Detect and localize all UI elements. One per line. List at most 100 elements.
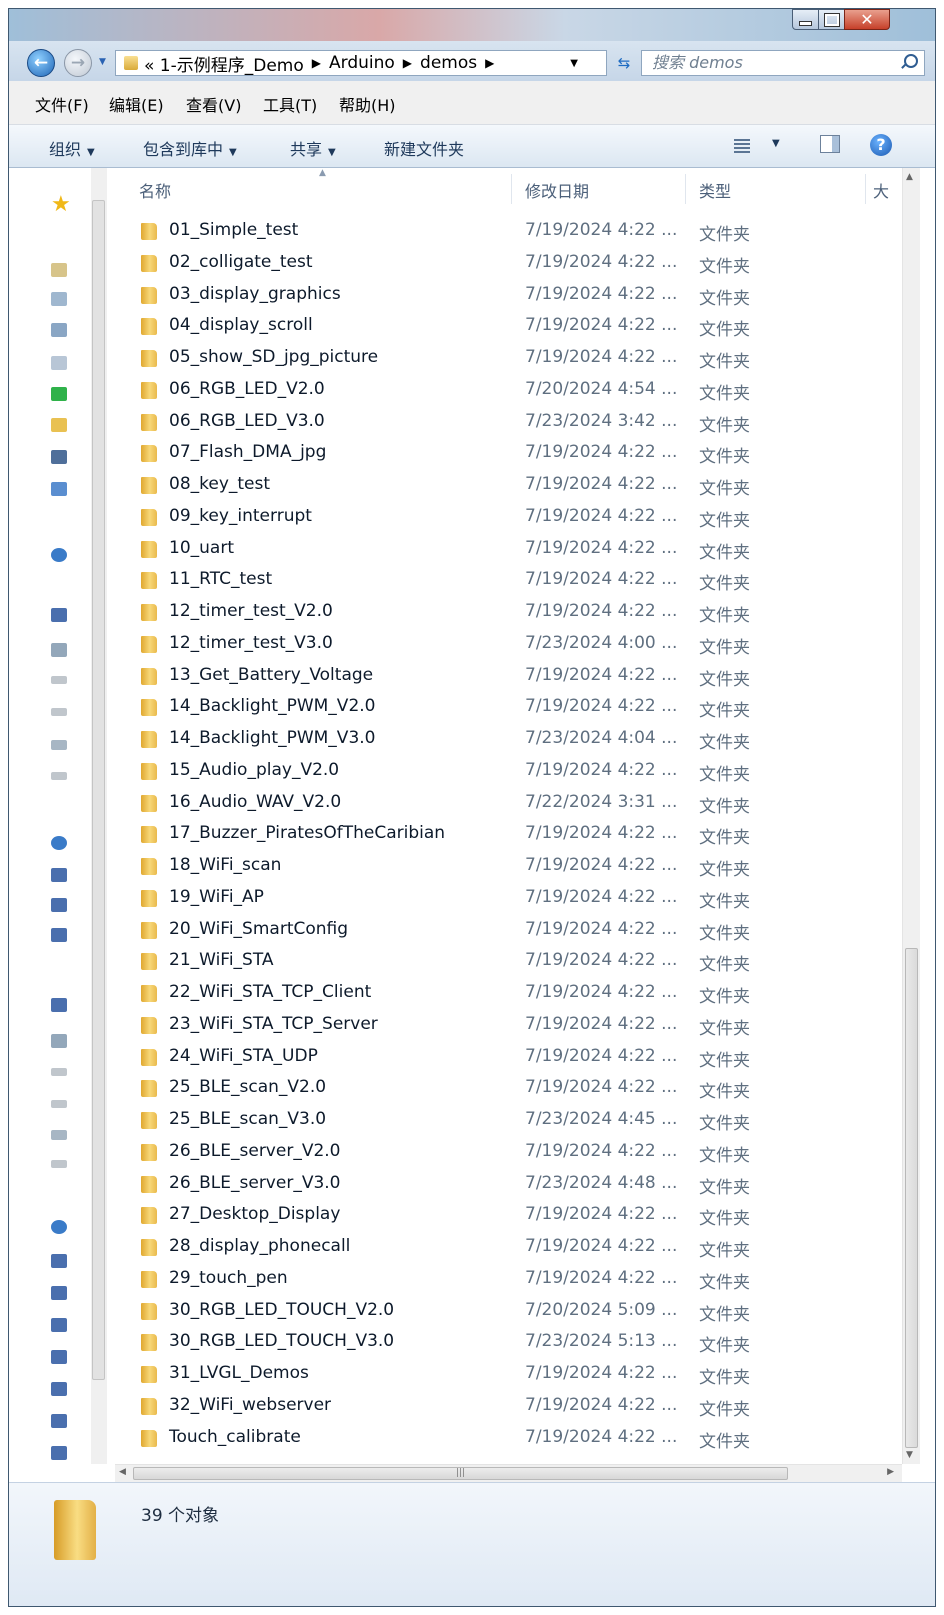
organize-button[interactable]: 组织 ▼ — [49, 136, 95, 160]
file-row[interactable]: 14_Backlight_PWM_V2.0 7/19/2024 4:22 ... 文… — [115, 692, 905, 724]
column-size[interactable]: 大 — [873, 178, 889, 202]
scroll-down-icon[interactable]: ▼ — [906, 1450, 913, 1460]
file-row[interactable]: 21_WiFi_STA 7/19/2024 4:22 ... 文件夹 — [115, 946, 905, 978]
horizontal-scrollbar[interactable]: ◀ ||| ▶ — [115, 1464, 902, 1482]
file-row[interactable]: 15_Audio_play_V2.0 7/19/2024 4:22 ... 文件夹 — [115, 756, 905, 788]
nav-scrollbar-thumb[interactable] — [92, 200, 105, 1380]
document-icon[interactable] — [51, 356, 67, 370]
computer-icon[interactable] — [51, 1318, 67, 1332]
column-divider[interactable] — [865, 174, 866, 204]
breadcrumb-arrow-icon[interactable]: ▶ — [403, 56, 412, 70]
favorites-star-icon[interactable]: ★ — [51, 192, 71, 217]
menu-file[interactable]: 文件(F) — [35, 92, 89, 116]
breadcrumb-arrow-icon[interactable]: ▶ — [312, 56, 321, 70]
file-row[interactable]: 27_Desktop_Display 7/19/2024 4:22 ... 文件夹 — [115, 1200, 905, 1232]
file-row[interactable]: 02_colligate_test 7/19/2024 4:22 ... 文件夹 — [115, 248, 905, 280]
drive-icon[interactable] — [51, 1130, 67, 1140]
file-row[interactable]: 01_Simple_test 7/19/2024 4:22 ... 文件夹 — [115, 216, 905, 248]
file-row[interactable]: 32_WiFi_webserver 7/19/2024 4:22 ... 文件夹 — [115, 1391, 905, 1423]
refresh-icon[interactable]: ⇆ — [613, 52, 635, 74]
breadcrumb-arrow-icon[interactable]: ▶ — [485, 56, 494, 70]
preview-pane-icon[interactable] — [820, 135, 840, 153]
file-row[interactable]: Touch_calibrate 7/19/2024 4:22 ... 文件夹 — [115, 1423, 905, 1455]
new-folder-button[interactable]: 新建文件夹 — [384, 136, 464, 160]
computer-icon[interactable] — [51, 1382, 67, 1396]
drive-icon[interactable] — [51, 740, 67, 750]
file-row[interactable]: 26_BLE_server_V2.0 7/19/2024 4:22 ... 文件夹 — [115, 1137, 905, 1169]
computer-icon[interactable] — [51, 898, 67, 912]
column-divider[interactable] — [685, 174, 686, 204]
menu-edit[interactable]: 编辑(E) — [109, 92, 164, 116]
menu-view[interactable]: 查看(V) — [186, 92, 241, 116]
file-row[interactable]: 20_WiFi_SmartConfig 7/19/2024 4:22 ... 文件夹 — [115, 915, 905, 947]
file-row[interactable]: 30_RGB_LED_TOUCH_V2.0 7/20/2024 5:09 ... 文… — [115, 1296, 905, 1328]
column-type[interactable]: 类型 — [699, 178, 731, 202]
computer-icon[interactable] — [51, 1254, 67, 1268]
breadcrumb-item[interactable]: « 1-示例程序_Demo — [144, 51, 304, 76]
music-icon[interactable] — [51, 482, 67, 496]
file-row[interactable]: 06_RGB_LED_V3.0 7/23/2024 3:42 ... 文件夹 — [115, 407, 905, 439]
file-row[interactable]: 26_BLE_server_V3.0 7/23/2024 4:48 ... 文件夹 — [115, 1169, 905, 1201]
column-name[interactable]: 名称 — [139, 178, 171, 202]
file-row[interactable]: 09_key_interrupt 7/19/2024 4:22 ... 文件夹 — [115, 502, 905, 534]
file-row[interactable]: 25_BLE_scan_V3.0 7/23/2024 4:45 ... 文件夹 — [115, 1105, 905, 1137]
file-row[interactable]: 12_timer_test_V2.0 7/19/2024 4:22 ... 文件夹 — [115, 597, 905, 629]
address-dropdown-icon[interactable]: ▼ — [570, 58, 578, 69]
drive-icon[interactable] — [51, 1100, 67, 1108]
file-list-scrollbar[interactable]: ▲ ▼ — [902, 168, 920, 1464]
computer-icon[interactable] — [51, 608, 67, 622]
computer-icon[interactable] — [51, 928, 67, 942]
column-divider[interactable] — [511, 174, 512, 204]
forward-button[interactable]: → — [64, 49, 92, 77]
nav-scrollbar[interactable] — [91, 168, 107, 1464]
computer-icon[interactable] — [51, 1446, 67, 1460]
file-row[interactable]: 11_RTC_test 7/19/2024 4:22 ... 文件夹 — [115, 565, 905, 597]
computer-icon[interactable] — [51, 1414, 67, 1428]
file-row[interactable]: 29_touch_pen 7/19/2024 4:22 ... 文件夹 — [115, 1264, 905, 1296]
help-icon[interactable]: ? — [870, 134, 892, 156]
include-library-button[interactable]: 包含到库中 ▼ — [143, 136, 237, 160]
computer-icon[interactable] — [51, 1286, 67, 1300]
horizontal-scrollbar-thumb[interactable]: ||| — [133, 1467, 788, 1480]
computer-icon[interactable] — [51, 868, 67, 882]
history-dropdown-icon[interactable]: ▼ — [99, 57, 106, 67]
network-icon[interactable] — [51, 836, 67, 850]
drive-icon[interactable] — [51, 676, 67, 684]
file-row[interactable]: 31_LVGL_Demos 7/19/2024 4:22 ... 文件夹 — [115, 1359, 905, 1391]
computer-icon[interactable] — [51, 998, 67, 1012]
homegroup-icon[interactable] — [51, 548, 67, 562]
drive-icon[interactable] — [51, 1160, 67, 1168]
file-row[interactable]: 03_display_graphics 7/19/2024 4:22 ... 文件夹 — [115, 280, 905, 312]
file-row[interactable]: 23_WiFi_STA_TCP_Server 7/19/2024 4:22 ...… — [115, 1010, 905, 1042]
minimize-button[interactable] — [792, 9, 819, 30]
file-row[interactable]: 24_WiFi_STA_UDP 7/19/2024 4:22 ... 文件夹 — [115, 1042, 905, 1074]
close-button[interactable]: ✕ — [844, 9, 890, 30]
drive-icon[interactable] — [51, 772, 67, 780]
file-row[interactable]: 25_BLE_scan_V2.0 7/19/2024 4:22 ... 文件夹 — [115, 1073, 905, 1105]
menu-tools[interactable]: 工具(T) — [263, 92, 317, 116]
file-row[interactable]: 18_WiFi_scan 7/19/2024 4:22 ... 文件夹 — [115, 851, 905, 883]
drive-icon[interactable] — [51, 708, 67, 716]
view-dropdown-icon[interactable]: ▼ — [772, 138, 780, 149]
file-list-scrollbar-thumb[interactable] — [905, 948, 918, 1448]
library-icon[interactable] — [51, 263, 67, 277]
file-row[interactable]: 17_Buzzer_PiratesOfTheCaribian 7/19/2024 … — [115, 819, 905, 851]
breadcrumb-item[interactable]: demos — [420, 53, 477, 73]
drive-icon[interactable] — [51, 1068, 67, 1076]
video-icon[interactable] — [51, 450, 67, 464]
file-row[interactable]: 04_display_scroll 7/19/2024 4:22 ... 文件夹 — [115, 311, 905, 343]
file-row[interactable]: 19_WiFi_AP 7/19/2024 4:22 ... 文件夹 — [115, 883, 905, 915]
document-icon[interactable] — [51, 292, 67, 306]
drive-icon[interactable] — [51, 643, 67, 657]
view-options-icon[interactable] — [734, 139, 750, 153]
search-icon[interactable] — [904, 54, 918, 68]
scroll-left-icon[interactable]: ◀ — [119, 1467, 126, 1477]
back-button[interactable]: ← — [27, 49, 55, 77]
computer-icon[interactable] — [51, 1350, 67, 1364]
file-row[interactable]: 06_RGB_LED_V2.0 7/20/2024 4:54 ... 文件夹 — [115, 375, 905, 407]
menu-help[interactable]: 帮助(H) — [339, 92, 396, 116]
scroll-up-icon[interactable]: ▲ — [906, 172, 913, 182]
file-row[interactable]: 12_timer_test_V3.0 7/23/2024 4:00 ... 文件夹 — [115, 629, 905, 661]
file-row[interactable]: 30_RGB_LED_TOUCH_V3.0 7/23/2024 5:13 ... 文… — [115, 1327, 905, 1359]
document-icon[interactable] — [51, 323, 67, 337]
